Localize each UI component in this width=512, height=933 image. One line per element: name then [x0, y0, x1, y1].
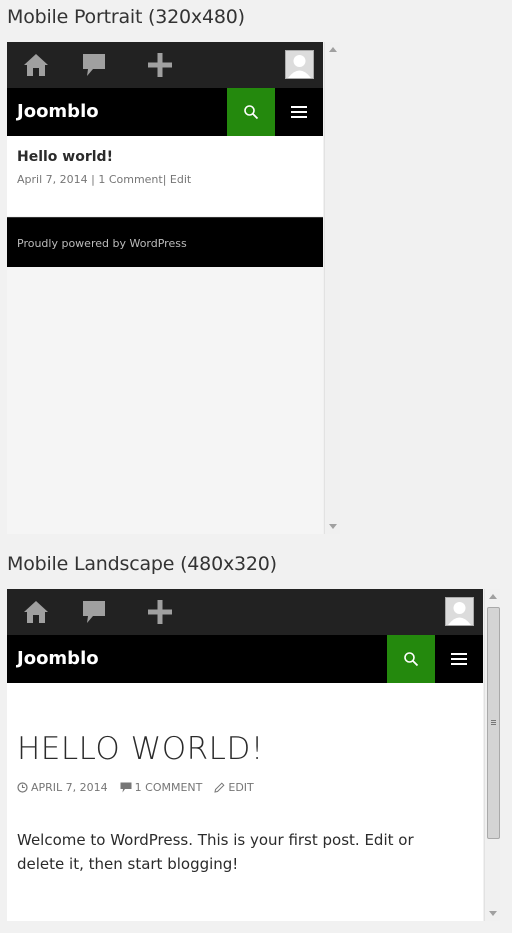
search-button[interactable] — [387, 635, 435, 683]
portrait-scrollbar[interactable] — [324, 42, 340, 534]
portrait-heading: Mobile Portrait (320x480) — [7, 6, 245, 28]
menu-button[interactable] — [275, 88, 323, 136]
portrait-preview-frame: Joomblo Hello world! April 7, 2014 | 1 C… — [7, 42, 323, 534]
admin-bar — [7, 589, 483, 635]
site-header: Joomblo — [7, 635, 483, 683]
scroll-down-arrow[interactable] — [329, 524, 337, 529]
edit-link[interactable]: EDIT — [214, 781, 254, 794]
scroll-up-arrow[interactable] — [329, 47, 337, 52]
post-title[interactable]: HELLO WORLD! — [17, 731, 264, 767]
edit-link-label: EDIT — [228, 781, 254, 794]
home-icon[interactable] — [13, 42, 59, 88]
search-icon — [404, 652, 419, 667]
meta-separator: | — [87, 173, 99, 186]
comments-link-label: 1 COMMENT — [134, 781, 203, 794]
scroll-down-arrow[interactable] — [489, 911, 497, 916]
post-date-group[interactable]: APRIL 7, 2014 — [17, 781, 108, 794]
scroll-grip — [491, 724, 496, 725]
avatar[interactable] — [285, 50, 314, 79]
comments-link[interactable]: 1 Comment — [98, 173, 162, 186]
site-title[interactable]: Joomblo — [17, 101, 99, 122]
admin-bar — [7, 42, 323, 88]
post-date: APRIL 7, 2014 — [31, 781, 108, 794]
scroll-thumb[interactable] — [487, 607, 500, 839]
comments-link[interactable]: 1 COMMENT — [120, 781, 203, 794]
post-content: Welcome to WordPress. This is your first… — [17, 831, 414, 873]
site-footer: Proudly powered by WordPress — [7, 217, 323, 267]
scroll-up-arrow[interactable] — [489, 594, 497, 599]
landscape-preview-frame: Joomblo HELLO WORLD! APRIL 7, 2014 1 COM… — [7, 589, 483, 921]
post-date[interactable]: April 7, 2014 — [17, 173, 88, 186]
hamburger-icon — [291, 106, 307, 118]
pencil-icon — [214, 782, 225, 793]
footer-credit-link[interactable]: Proudly powered by WordPress — [17, 237, 187, 250]
post-article: Hello world! April 7, 2014 | 1 Comment| … — [7, 136, 323, 216]
menu-button[interactable] — [435, 635, 483, 683]
landscape-heading: Mobile Landscape (480x320) — [7, 553, 277, 575]
meta-separator: | — [162, 173, 170, 186]
landscape-scrollbar[interactable] — [484, 589, 500, 921]
post-title[interactable]: Hello world! — [17, 149, 113, 165]
search-icon — [244, 105, 259, 120]
comments-icon[interactable] — [71, 42, 117, 88]
site-header: Joomblo — [7, 88, 323, 136]
post-meta: April 7, 2014 | 1 Comment| Edit — [17, 173, 191, 186]
search-button[interactable] — [227, 88, 275, 136]
scroll-grip — [491, 720, 496, 721]
clock-icon — [17, 782, 28, 793]
avatar[interactable] — [445, 597, 474, 626]
site-title[interactable]: Joomblo — [17, 648, 99, 669]
hamburger-icon — [451, 653, 467, 665]
comments-icon[interactable] — [71, 589, 117, 635]
new-content-icon[interactable] — [137, 589, 183, 635]
post-meta: APRIL 7, 2014 1 COMMENT EDIT — [17, 781, 254, 794]
scroll-grip — [491, 722, 496, 723]
edit-link[interactable]: Edit — [170, 173, 191, 186]
post-article: HELLO WORLD! APRIL 7, 2014 1 COMMENT EDI… — [7, 683, 483, 921]
home-icon[interactable] — [13, 589, 59, 635]
new-content-icon[interactable] — [137, 42, 183, 88]
comment-icon — [120, 782, 132, 793]
